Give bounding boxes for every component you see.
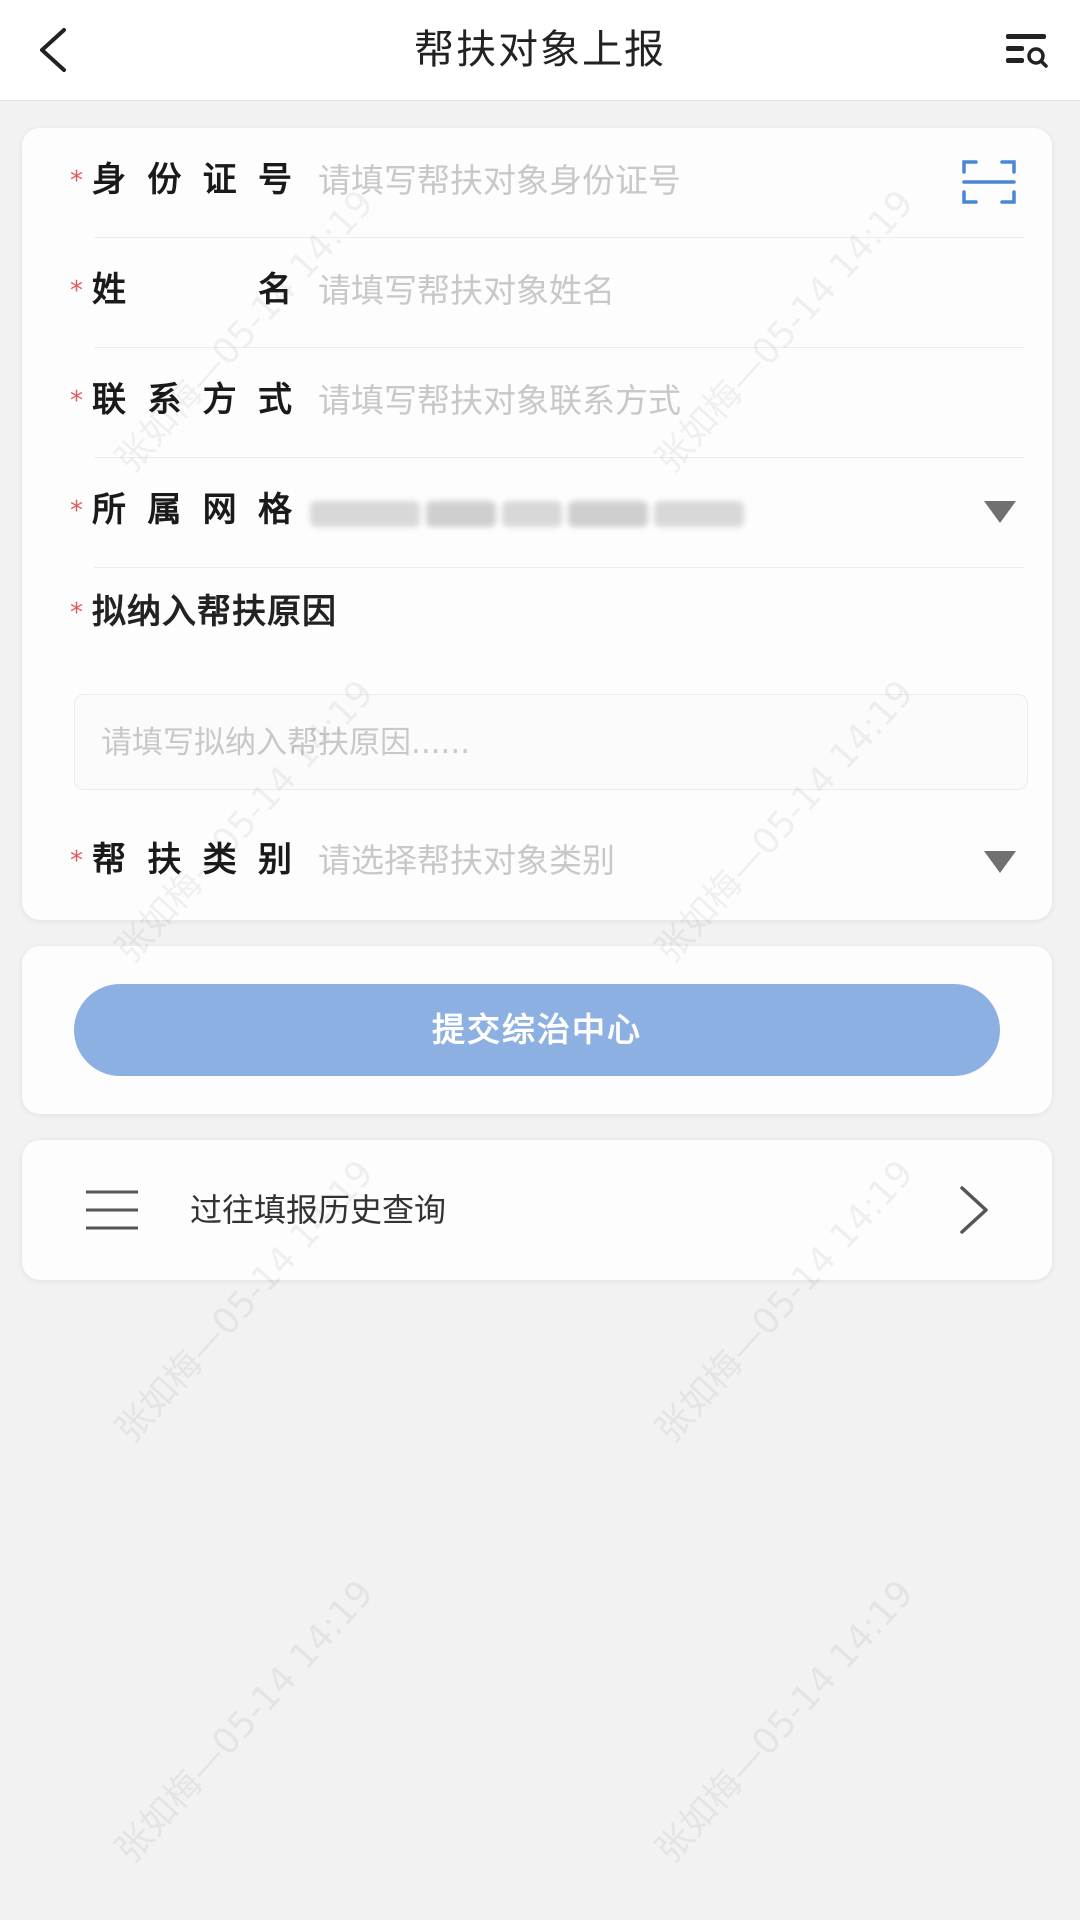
required-mark: * <box>70 166 83 196</box>
label-char: 号 <box>257 160 292 200</box>
id-number-row[interactable]: * 身 份 证 号 请填写帮扶对象身份证号 <box>70 128 1024 238</box>
label-char: 扶 <box>147 840 182 880</box>
label-char: 别 <box>257 840 292 880</box>
required-mark: * <box>70 496 83 526</box>
submit-card: 提交综治中心 <box>22 946 1052 1114</box>
required-mark: * <box>70 386 83 416</box>
menu-search-icon[interactable] <box>1002 26 1050 74</box>
label-char: 身 <box>92 160 126 200</box>
name-input[interactable]: 请填写帮扶对象姓名 <box>318 268 615 314</box>
required-mark: * <box>70 598 83 628</box>
contact-input[interactable]: 请填写帮扶对象联系方式 <box>318 378 681 424</box>
history-entry[interactable]: 过往填报历史查询 <box>22 1140 1052 1280</box>
required-mark: * <box>70 846 83 876</box>
id-number-label: 身 份 证 号 <box>92 156 292 204</box>
watermark: 张如梅—05-14 14:19 <box>108 1572 382 1871</box>
submit-button[interactable]: 提交综治中心 <box>74 984 1000 1076</box>
label-char: 类 <box>202 840 237 880</box>
reason-placeholder: 请填写拟纳入帮扶原因...... <box>101 725 471 761</box>
label-char: 方 <box>202 380 237 420</box>
page-title: 帮扶对象上报 <box>414 27 666 73</box>
label-char: 格 <box>257 490 292 530</box>
grid-label: 所 属 网 格 <box>92 486 292 534</box>
list-icon <box>86 1190 138 1230</box>
category-label: 帮 扶 类 别 <box>92 836 292 884</box>
reason-label-row: * 拟纳入帮扶原因 <box>70 588 570 648</box>
scan-icon[interactable] <box>962 158 1016 206</box>
chevron-right-icon <box>960 1186 988 1234</box>
label-char: 证 <box>202 160 237 200</box>
name-row[interactable]: * 姓 名 请填写帮扶对象姓名 <box>70 238 1024 348</box>
label-char: 系 <box>147 380 182 420</box>
grid-row[interactable]: * 所 属 网 格 <box>70 458 1024 568</box>
label-char: 份 <box>147 160 182 200</box>
history-label: 过往填报历史查询 <box>190 1191 447 1229</box>
contact-label: 联 系 方 式 <box>92 376 292 424</box>
id-number-input[interactable]: 请填写帮扶对象身份证号 <box>318 158 681 204</box>
category-row[interactable]: * 帮 扶 类 别 请选择帮扶对象类别 <box>70 808 1024 918</box>
category-select[interactable]: 请选择帮扶对象类别 <box>318 838 615 884</box>
divider <box>94 567 1024 568</box>
report-form-card: * 身 份 证 号 请填写帮扶对象身份证号 * 姓 名 请填写帮扶对象姓名 * … <box>22 128 1052 920</box>
label-char: 所 <box>92 490 126 530</box>
required-mark: * <box>70 276 83 306</box>
label-char: 帮 <box>92 840 126 880</box>
reason-textarea[interactable]: 请填写拟纳入帮扶原因...... <box>74 694 1028 790</box>
label-char: 联 <box>92 380 126 420</box>
label-char: 式 <box>257 380 292 420</box>
triangle-down-icon[interactable] <box>982 498 1018 526</box>
label-char: 网 <box>202 490 237 530</box>
label-char: 名 <box>258 270 292 310</box>
watermark: 张如梅—05-14 14:19 <box>648 1572 922 1871</box>
label-char: 姓 <box>92 270 126 310</box>
label-char: 属 <box>147 490 182 530</box>
contact-row[interactable]: * 联 系 方 式 请填写帮扶对象联系方式 <box>70 348 1024 458</box>
triangle-down-icon[interactable] <box>982 848 1018 876</box>
top-bar: 帮扶对象上报 <box>0 0 1080 101</box>
name-label: 姓 名 <box>92 266 292 314</box>
grid-value-redacted[interactable] <box>310 500 746 528</box>
reason-label: 拟纳入帮扶原因 <box>92 592 337 632</box>
